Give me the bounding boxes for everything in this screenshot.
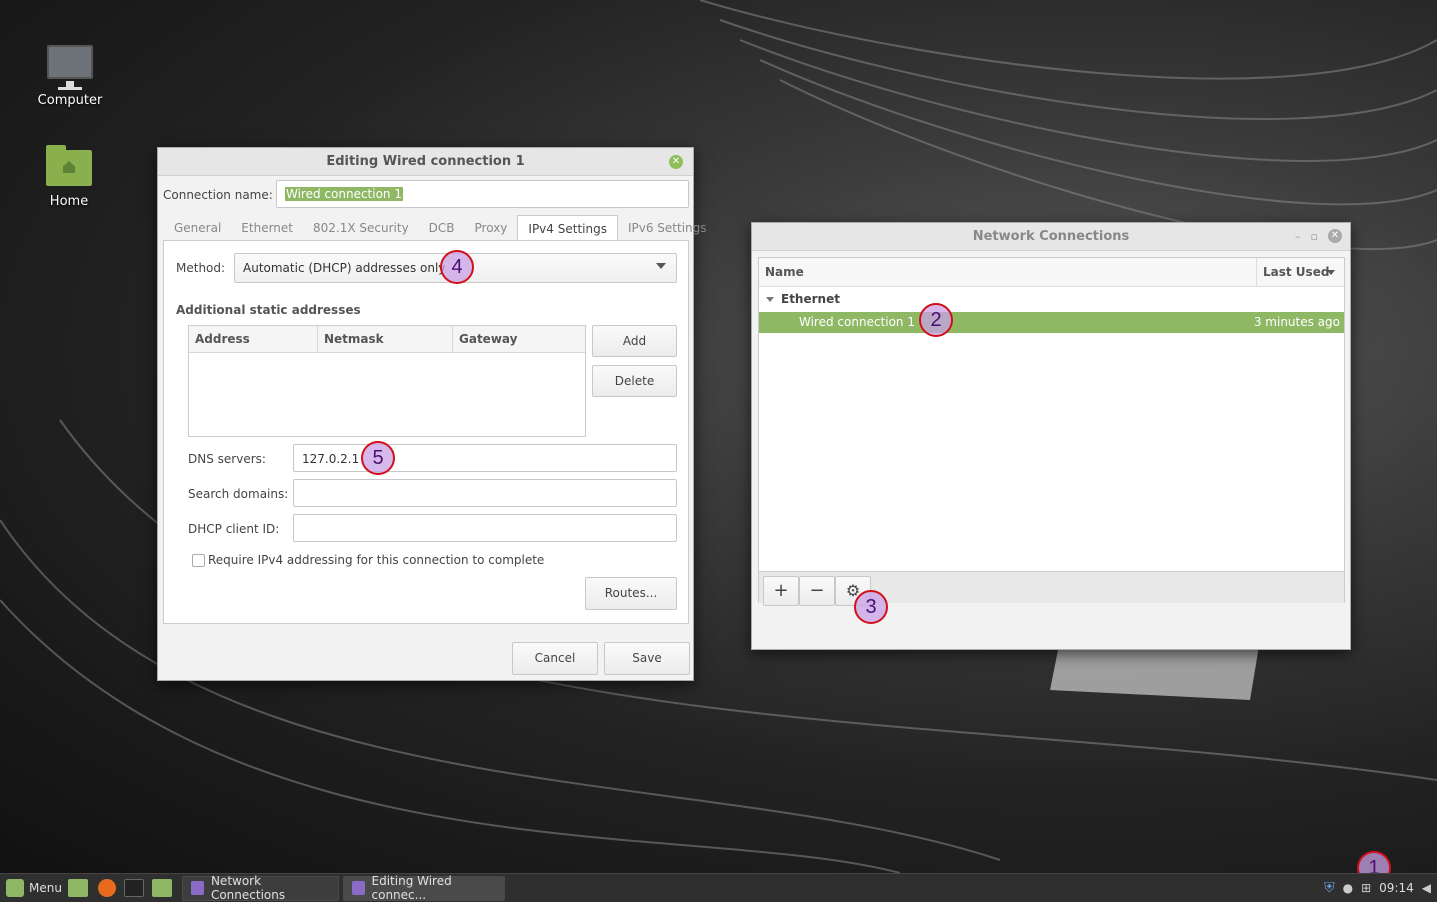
column-name[interactable]: Name <box>765 265 804 279</box>
static-addresses-heading: Additional static addresses <box>176 303 361 317</box>
window-title: Network Connections <box>972 229 1130 244</box>
network-connections-app-icon <box>351 881 365 895</box>
cancel-button[interactable]: Cancel <box>512 642 598 675</box>
search-domains-label: Search domains: <box>188 487 289 501</box>
task-label: Editing Wired connec... <box>371 874 452 902</box>
network-connections-app-icon <box>190 881 204 895</box>
connection-name-input[interactable]: Wired connection 1 <box>276 180 689 208</box>
minimize-icon[interactable]: – <box>1295 230 1301 243</box>
delete-address-button[interactable]: Delete <box>592 365 677 397</box>
dns-servers-label: DNS servers: <box>188 452 266 466</box>
connection-name: Wired connection 1 <box>799 315 915 329</box>
dns-servers-value: 127.0.2.1 <box>302 452 360 466</box>
method-label: Method: <box>176 261 226 275</box>
taskbar: Menu Network Connections Editing Wired c… <box>0 873 1437 902</box>
clock[interactable]: 09:14 <box>1379 881 1414 895</box>
task-network-connections[interactable]: Network Connections <box>181 874 339 902</box>
chevron-down-icon <box>656 263 666 269</box>
editing-connection-window: Editing Wired connection 1 ✕ Connection … <box>157 147 707 681</box>
tab-8021x-security[interactable]: 802.1X Security <box>303 215 419 241</box>
method-value: Automatic (DHCP) addresses only <box>243 261 446 275</box>
annotation-badge-2: 2 <box>919 303 953 337</box>
ipv4-settings-panel: Method: Automatic (DHCP) addresses only … <box>163 240 689 624</box>
annotation-badge-3: 3 <box>854 590 888 624</box>
network-icon[interactable]: ⊞ <box>1361 881 1371 895</box>
shield-icon[interactable]: ⛨ <box>1324 880 1335 896</box>
tab-general[interactable]: General <box>164 215 231 241</box>
desktop-icon-home[interactable]: Home <box>29 145 109 209</box>
column-last-used[interactable]: Last Used <box>1263 265 1329 279</box>
show-desktop-icon[interactable] <box>67 879 88 897</box>
search-domains-input[interactable] <box>293 479 677 507</box>
settings-tabs: General Ethernet 802.1X Security DCB Pro… <box>164 215 717 241</box>
add-connection-button[interactable]: + <box>763 576 799 606</box>
minus-icon: − <box>809 580 825 601</box>
require-ipv4-label: Require IPv4 addressing for this connect… <box>208 553 545 567</box>
remove-connection-button[interactable]: − <box>799 576 835 606</box>
task-editing-wired-connection[interactable]: Editing Wired connec... <box>342 874 505 902</box>
annotation-badge-4: 4 <box>440 250 474 284</box>
group-label: Ethernet <box>781 292 840 306</box>
column-address[interactable]: Address <box>189 326 318 352</box>
tab-ipv6-settings[interactable]: IPv6 Settings <box>618 215 717 241</box>
task-label: Network Connections <box>210 874 286 902</box>
static-addresses-table: Address Netmask Gateway <box>188 325 586 437</box>
user-icon[interactable]: ● <box>1343 881 1353 895</box>
list-toolbar: + − ⚙ <box>759 571 1344 606</box>
group-row-ethernet[interactable]: Ethernet <box>759 292 1344 310</box>
plus-icon: + <box>773 580 789 601</box>
terminal-icon[interactable] <box>123 879 144 897</box>
table-header: Address Netmask Gateway <box>189 326 585 353</box>
connection-last-used: 3 minutes ago <box>1253 315 1340 329</box>
home-folder-icon <box>46 145 92 186</box>
desktop-icon-computer[interactable]: Computer <box>30 45 110 108</box>
connection-name-selected-text: Wired connection 1 <box>285 187 403 201</box>
add-address-button[interactable]: Add <box>592 325 677 357</box>
close-icon[interactable]: ✕ <box>1328 229 1342 243</box>
list-header: Name Last Used <box>759 258 1344 287</box>
netconn-titlebar[interactable]: Network Connections – ▫ ✕ <box>752 223 1350 251</box>
system-tray: ⛨ ● ⊞ 09:14 ◀ <box>1324 880 1437 896</box>
desktop-icon-label: Computer <box>37 93 103 108</box>
routes-button[interactable]: Routes... <box>585 577 677 610</box>
connections-list: Name Last Used Ethernet Wired connection… <box>758 257 1345 606</box>
dhcp-client-id-label: DHCP client ID: <box>188 522 280 536</box>
dhcp-client-id-input[interactable] <box>293 514 677 542</box>
files-icon[interactable] <box>151 879 172 897</box>
network-connections-window: Network Connections – ▫ ✕ Name Last Used… <box>751 222 1351 650</box>
firefox-icon[interactable] <box>97 879 116 897</box>
tab-ipv4-settings[interactable]: IPv4 Settings <box>517 215 618 241</box>
volume-icon[interactable]: ◀ <box>1422 881 1431 895</box>
require-ipv4-checkbox[interactable] <box>192 554 205 567</box>
editor-titlebar[interactable]: Editing Wired connection 1 ✕ <box>158 148 693 176</box>
mint-logo-icon <box>6 879 24 897</box>
computer-icon <box>47 45 93 90</box>
expander-icon[interactable] <box>766 297 774 302</box>
annotation-badge-5: 5 <box>361 441 395 475</box>
sort-down-icon <box>1327 270 1335 275</box>
connection-name-label: Connection name: <box>163 188 273 202</box>
dns-servers-input[interactable]: 127.0.2.1 <box>293 444 677 472</box>
column-netmask[interactable]: Netmask <box>318 326 453 352</box>
tab-proxy[interactable]: Proxy <box>465 215 518 241</box>
close-icon[interactable]: ✕ <box>669 155 683 169</box>
maximize-icon[interactable]: ▫ <box>1311 230 1318 243</box>
desktop-icon-label: Home <box>49 194 89 209</box>
save-button[interactable]: Save <box>604 642 690 675</box>
menu-label: Menu <box>29 881 62 895</box>
menu-button[interactable]: Menu <box>0 874 68 902</box>
connection-row[interactable]: Wired connection 1 3 minutes ago <box>759 312 1344 333</box>
column-gateway[interactable]: Gateway <box>453 326 585 352</box>
tab-ethernet[interactable]: Ethernet <box>231 215 303 241</box>
window-title: Editing Wired connection 1 <box>326 154 525 169</box>
tab-dcb[interactable]: DCB <box>419 215 465 241</box>
